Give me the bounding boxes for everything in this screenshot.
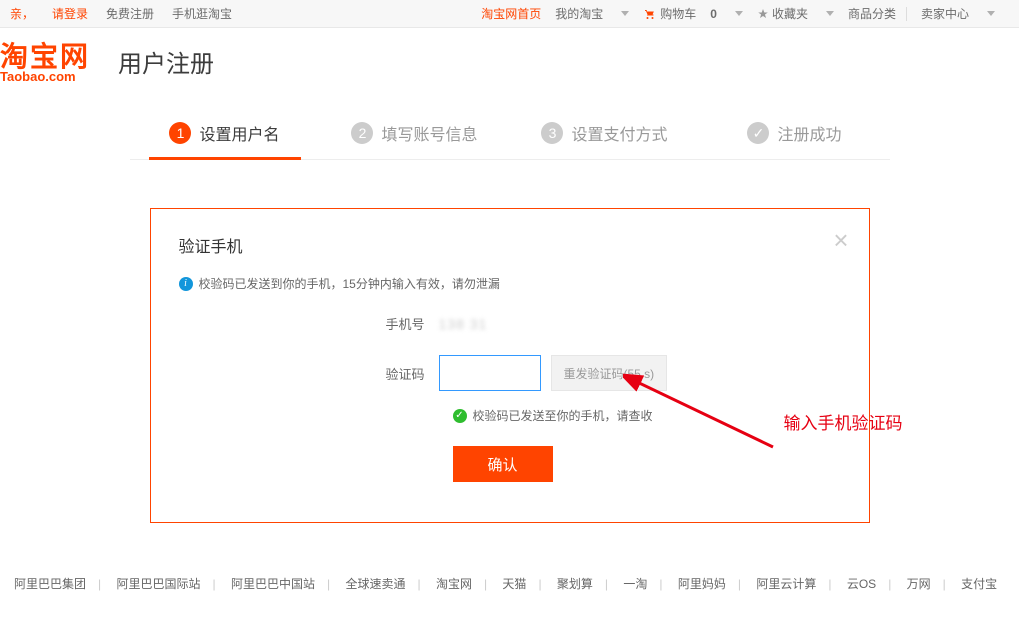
chevron-down-icon xyxy=(987,11,995,16)
step-4-success: ✓ 注册成功 xyxy=(700,111,890,159)
footer-link[interactable]: 万网 xyxy=(907,577,931,591)
check-circle-icon: ✓ xyxy=(453,409,467,423)
info-message: i 校验码已发送到你的手机，15分钟内输入有效，请勿泄漏 xyxy=(179,275,841,292)
footer-link[interactable]: 聚划算 xyxy=(557,577,593,591)
footer-link[interactable]: 阿里妈妈 xyxy=(678,577,726,591)
my-taobao-label: 我的淘宝 xyxy=(555,0,603,28)
step-2-account-info: 2 填写账号信息 xyxy=(320,111,510,159)
phone-row: 手机号 138 31 xyxy=(179,314,841,333)
footer-link[interactable]: 支付宝 xyxy=(961,577,997,591)
separator xyxy=(906,7,907,21)
greeting: 亲， 请登录 xyxy=(10,0,88,28)
verification-code-input[interactable] xyxy=(439,355,541,391)
step-number: 3 xyxy=(541,122,563,144)
footer-link[interactable]: 云OS xyxy=(847,577,876,591)
sent-success-text: 校验码已发送至你的手机，请查收 xyxy=(473,407,653,424)
taobao-logo[interactable]: 淘宝网 Taobao.com xyxy=(0,44,110,83)
chevron-down-icon xyxy=(621,11,629,16)
sent-success-message: ✓ 校验码已发送至你的手机，请查收 xyxy=(453,407,841,424)
cart-count: 0 xyxy=(710,0,717,28)
footer-link[interactable]: 阿里巴巴国际站 xyxy=(116,577,200,591)
topbar-left: 亲， 请登录 免费注册 手机逛淘宝 xyxy=(10,0,250,27)
mobile-taobao-link[interactable]: 手机逛淘宝 xyxy=(172,0,232,28)
panel-title: 验证手机 xyxy=(179,233,841,257)
my-taobao-link[interactable]: 我的淘宝 xyxy=(555,0,629,28)
free-register-link[interactable]: 免费注册 xyxy=(106,0,154,28)
confirm-button[interactable]: 确认 xyxy=(453,446,553,482)
page-title: 用户注册 xyxy=(118,44,214,83)
check-icon: ✓ xyxy=(747,122,769,144)
footer-link[interactable]: 阿里巴巴中国站 xyxy=(231,577,315,591)
footer-link[interactable]: 淘宝网 xyxy=(436,577,472,591)
cart-icon xyxy=(643,8,657,20)
phone-label: 手机号 xyxy=(179,314,439,333)
registration-steps: 1 设置用户名 2 填写账号信息 3 设置支付方式 ✓ 注册成功 xyxy=(130,111,890,160)
greeting-prefix: 亲， xyxy=(10,7,34,21)
resend-code-button[interactable]: 重发验证码(55 s) xyxy=(551,355,668,391)
favorites-link[interactable]: 收藏夹 xyxy=(757,0,834,28)
footer-link[interactable]: 全球速卖通 xyxy=(345,577,405,591)
footer-link[interactable]: 阿里云计算 xyxy=(756,577,816,591)
steps-container: 1 设置用户名 2 填写账号信息 3 设置支付方式 ✓ 注册成功 验证手机 × … xyxy=(130,111,890,523)
footer-link[interactable]: 一淘 xyxy=(623,577,647,591)
cart-label: 购物车 xyxy=(660,0,696,28)
step-3-payment: 3 设置支付方式 xyxy=(510,111,700,159)
step-label: 设置用户名 xyxy=(199,121,279,145)
step-number: 2 xyxy=(351,122,373,144)
header: 淘宝网 Taobao.com 用户注册 xyxy=(0,28,1019,93)
step-1-username: 1 设置用户名 xyxy=(130,111,320,159)
chevron-down-icon xyxy=(826,11,834,16)
footer-links: 阿里巴巴集团| 阿里巴巴国际站| 阿里巴巴中国站| 全球速卖通| 淘宝网| 天猫… xyxy=(0,563,1019,622)
footer-link[interactable]: 阿里巴巴集团 xyxy=(14,577,86,591)
phone-number-masked: 138 31 xyxy=(439,316,488,332)
logo-en: Taobao.com xyxy=(0,70,110,83)
login-link[interactable]: 请登录 xyxy=(52,7,88,21)
top-bar: 亲， 请登录 免费注册 手机逛淘宝 淘宝网首页 我的淘宝 购物车 0 收藏夹 商品分… xyxy=(0,0,1019,28)
star-icon xyxy=(757,8,769,20)
code-label: 验证码 xyxy=(179,364,439,383)
close-icon[interactable]: × xyxy=(833,227,848,253)
taobao-home-link[interactable]: 淘宝网首页 xyxy=(481,0,541,28)
step-number: 1 xyxy=(169,122,191,144)
code-row: 验证码 重发验证码(55 s) xyxy=(179,355,841,391)
footer-link[interactable]: 天猫 xyxy=(502,577,526,591)
verify-phone-panel: 验证手机 × i 校验码已发送到你的手机，15分钟内输入有效，请勿泄漏 手机号 … xyxy=(150,208,870,523)
step-label: 注册成功 xyxy=(777,121,841,145)
step-label: 填写账号信息 xyxy=(381,121,477,145)
topbar-right: 淘宝网首页 我的淘宝 购物车 0 收藏夹 商品分类 卖家中心 xyxy=(481,0,1009,27)
chevron-down-icon xyxy=(735,11,743,16)
step-label: 设置支付方式 xyxy=(571,121,667,145)
categories-link[interactable]: 商品分类 xyxy=(848,0,896,28)
info-text: 校验码已发送到你的手机，15分钟内输入有效，请勿泄漏 xyxy=(199,275,500,292)
seller-center-label: 卖家中心 xyxy=(921,0,969,28)
seller-center-link[interactable]: 卖家中心 xyxy=(921,0,995,28)
logo-cn: 淘宝网 xyxy=(0,44,110,72)
info-icon: i xyxy=(179,277,193,291)
cart-link[interactable]: 购物车 0 xyxy=(643,0,743,28)
favorites-label: 收藏夹 xyxy=(772,0,808,28)
